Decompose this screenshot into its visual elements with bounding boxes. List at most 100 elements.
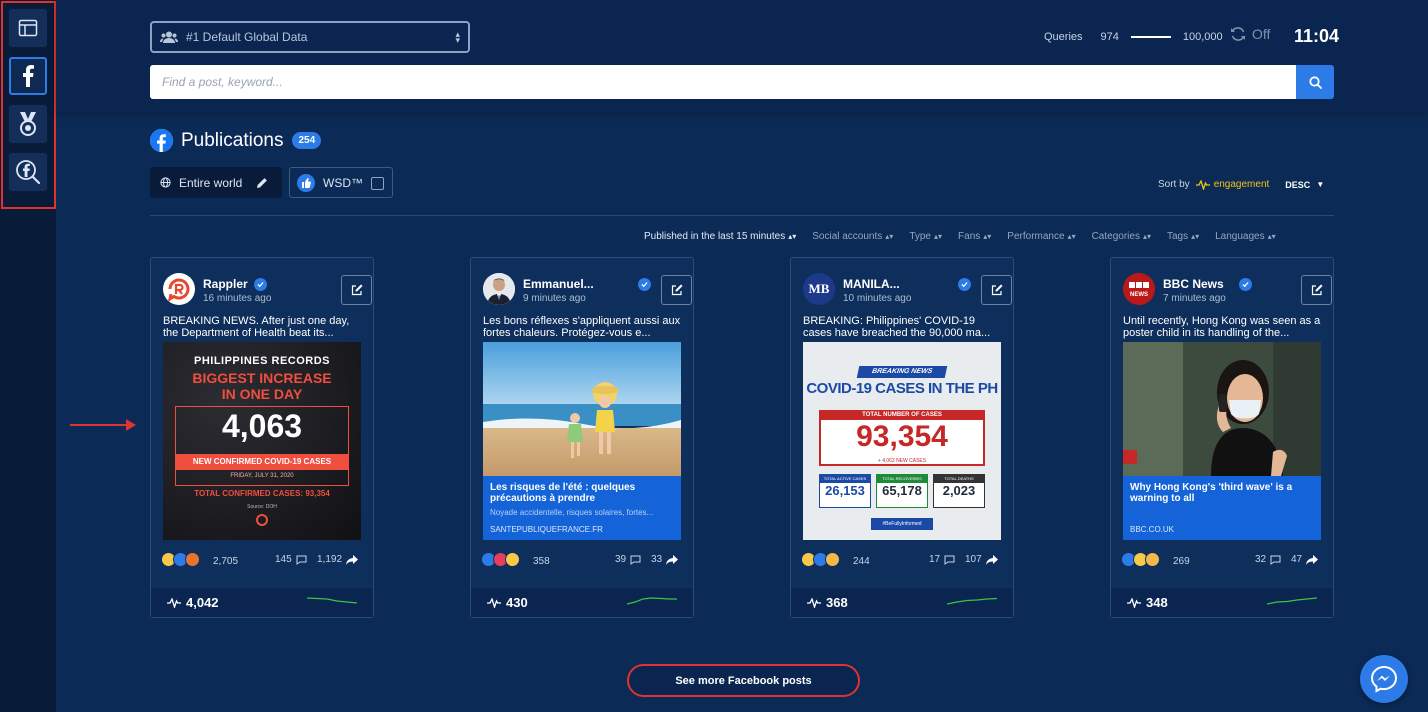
post-image[interactable]: BREAKING NEWS COVID-19 CASES IN THE PH T… — [803, 342, 1001, 540]
image-heading: PHILIPPINES RECORDS — [193, 355, 331, 367]
wow-icon — [1145, 552, 1160, 567]
queries-bar — [1130, 36, 1171, 38]
top-header: #1 Default Global Data ▴ ▾ Queries 974 10… — [56, 0, 1428, 112]
sidebar — [0, 0, 56, 712]
share-icon — [1306, 554, 1319, 565]
beach-image — [483, 342, 681, 476]
post-card[interactable]: NEWS BBC News 7 minutes ago Until recent… — [1110, 257, 1334, 618]
post-card[interactable]: MB MANILA... 10 minutes ago BREAKING: Ph… — [790, 257, 1014, 618]
queries-total: 100,000 — [1182, 31, 1223, 43]
thumbs-up-icon — [297, 173, 315, 192]
edit-icon — [1311, 284, 1322, 296]
reaction-icons — [161, 552, 200, 567]
see-more-button[interactable]: See more Facebook posts — [627, 664, 860, 697]
auto-refresh-state: Off — [1252, 26, 1271, 42]
post-time: 9 minutes ago — [523, 293, 586, 304]
share-icon — [985, 554, 998, 565]
reaction-count: 358 — [533, 556, 550, 567]
world-filter[interactable]: Entire world — [150, 167, 282, 198]
reaction-icons — [1121, 552, 1160, 567]
search-input[interactable] — [150, 65, 1296, 99]
filter-tags[interactable]: Tags ▴▾ — [1167, 231, 1199, 242]
search-field[interactable] — [150, 65, 1296, 99]
angry-icon — [185, 552, 200, 567]
comment-icon — [630, 555, 641, 565]
select-arrows-icon: ▴ ▾ — [455, 29, 460, 45]
link-title: Les risques de l'été : quelques précauti… — [490, 482, 636, 504]
edit-button[interactable] — [341, 275, 372, 305]
facebook-icon[interactable] — [9, 57, 47, 95]
edit-button[interactable] — [981, 275, 1012, 305]
reaction-count: 244 — [853, 556, 870, 567]
auto-refresh-toggle[interactable]: Off — [1230, 26, 1270, 42]
edit-button[interactable] — [1301, 275, 1332, 305]
pencil-icon[interactable] — [256, 177, 268, 189]
deaths-label: TOTAL DEATHS — [934, 475, 984, 483]
queries-used: 974 — [1100, 31, 1119, 43]
sort-field[interactable]: engagement — [1195, 179, 1269, 190]
wsd-filter[interactable]: WSD™ — [289, 167, 393, 198]
filter-type[interactable]: Type ▴▾ — [909, 231, 942, 242]
sort-control[interactable]: Sort by engagement DESC ▼ — [1158, 179, 1324, 190]
account-name[interactable]: MANILA... — [843, 277, 900, 291]
messenger-icon — [1370, 665, 1398, 693]
avatar: NEWS — [1123, 273, 1155, 305]
sort-order[interactable]: DESC — [1285, 180, 1310, 190]
account-select-value: #1 Default Global Data — [186, 30, 308, 44]
filter-bar: Published in the last 15 minutes ▴▾ Socia… — [644, 231, 1276, 242]
recovered-label: TOTAL RECOVERIES — [877, 475, 927, 483]
comment-icon — [296, 555, 307, 565]
wsd-checkbox[interactable] — [371, 177, 384, 190]
verified-icon — [638, 278, 651, 291]
filter-categories[interactable]: Categories ▴▾ — [1092, 231, 1151, 242]
divider — [150, 215, 1334, 216]
edit-button[interactable] — [661, 275, 692, 305]
medal-icon[interactable] — [9, 105, 47, 143]
post-card[interactable]: Emmanuel... 9 minutes ago Les bons réfle… — [470, 257, 694, 618]
post-card[interactable]: Rappler 16 minutes ago BREAKING NEWS. Af… — [150, 257, 374, 618]
pulse-icon — [487, 597, 501, 608]
account-name[interactable]: Rappler — [203, 277, 248, 291]
verified-icon — [1239, 278, 1252, 291]
account-name[interactable]: BBC News — [1163, 277, 1224, 291]
publications-header: Publications 254 — [150, 129, 322, 152]
link-preview-box[interactable]: Les risques de l'été : quelques précauti… — [483, 476, 681, 540]
post-link-preview[interactable]: Why Hong Kong's 'third wave' is a warnin… — [1123, 342, 1321, 540]
pulse-icon — [1127, 597, 1141, 608]
comment-count: 145 — [275, 554, 307, 565]
share-count: 107 — [965, 554, 998, 565]
dashboard-icon[interactable] — [9, 9, 47, 47]
globe-icon — [160, 177, 171, 188]
filter-performance[interactable]: Performance ▴▾ — [1007, 231, 1075, 242]
filter-social-accounts[interactable]: Social accounts ▴▾ — [812, 231, 893, 242]
filter-fans[interactable]: Fans ▴▾ — [958, 231, 991, 242]
chevron-down-icon[interactable]: ▼ — [1316, 180, 1324, 189]
account-name[interactable]: Emmanuel... — [523, 277, 594, 291]
comment-icon — [944, 555, 955, 565]
share-count: 1,192 — [317, 554, 359, 565]
link-title: Why Hong Kong's 'third wave' is a warnin… — [1130, 482, 1293, 504]
link-preview-box[interactable]: Why Hong Kong's 'third wave' is a warnin… — [1123, 476, 1321, 540]
sort-by-label: Sort by — [1158, 179, 1190, 190]
verified-icon — [958, 278, 971, 291]
engagement-footer: 368 — [791, 588, 1013, 617]
messenger-chat-button[interactable] — [1360, 655, 1408, 703]
sparkline — [307, 597, 357, 604]
search-button[interactable] — [1296, 65, 1334, 99]
world-filter-label: Entire world — [179, 175, 243, 190]
account-select[interactable]: #1 Default Global Data ▴ ▾ — [150, 21, 470, 53]
edit-icon — [351, 284, 362, 296]
active-cases: 26,153 — [825, 483, 865, 498]
post-image[interactable]: PHILIPPINES RECORDS BIGGEST INCREASE IN … — [163, 342, 361, 540]
users-icon — [160, 31, 178, 43]
link-description: Noyade accidentelle, risques solaires, f… — [490, 508, 654, 517]
filter-languages[interactable]: Languages ▴▾ — [1215, 231, 1276, 242]
share-icon — [666, 554, 679, 565]
facebook-search-icon[interactable] — [9, 153, 47, 191]
post-link-preview[interactable]: Les risques de l'été : quelques précauti… — [483, 342, 681, 540]
comment-count: 39 — [615, 554, 641, 565]
image-ribbon: NEW CONFIRMED COVID-19 CASES — [175, 454, 349, 470]
filter-published-time[interactable]: Published in the last 15 minutes ▴▾ — [644, 231, 796, 242]
image-heading: BIGGEST INCREASE — [192, 370, 332, 386]
avatar — [163, 273, 195, 305]
